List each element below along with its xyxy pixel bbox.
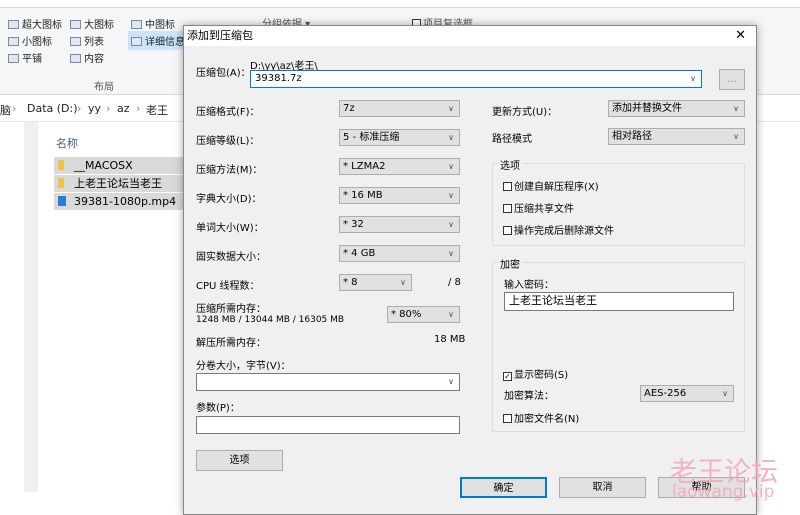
update-select[interactable]: 添加并替换文件 ∨ — [608, 100, 745, 117]
format-label: 压缩格式(F)： — [196, 107, 260, 118]
split-label: 分卷大小，字节(V)： — [196, 361, 291, 372]
mem-select[interactable]: * 80% ∨ — [387, 306, 460, 323]
medium-icons-icon — [131, 20, 142, 29]
solid-select[interactable]: * 4 GB ∨ — [339, 245, 460, 262]
layout-content[interactable]: 内容 — [70, 50, 104, 65]
shared-files-checkbox[interactable]: 压缩共享文件 — [503, 200, 574, 215]
cpu-select[interactable]: * 8 ∨ — [339, 274, 412, 291]
breadcrumb-item[interactable]: 老王 — [146, 102, 168, 118]
chevron-down-icon: ∨ — [448, 310, 454, 319]
algo-label: 加密算法： — [504, 391, 554, 402]
solid-label: 固实数据大小： — [196, 252, 266, 263]
chevron-down-icon: ∨ — [722, 389, 728, 398]
checkbox-icon — [503, 204, 512, 213]
add-to-archive-dialog: 添加到压缩包 ✕ 压缩包(A)： D:\yy\az\老王\ 39381.7z ∨ … — [183, 25, 757, 515]
layout-extra-large[interactable]: 超大图标 — [8, 16, 62, 31]
chevron-down-icon: ∨ — [733, 132, 739, 141]
word-select[interactable]: * 32 ∨ — [339, 216, 460, 233]
split-size-input[interactable]: ∨ — [196, 373, 460, 391]
video-file-icon — [58, 196, 66, 206]
password-label: 输入密码： — [504, 280, 554, 291]
browse-button[interactable]: ... — [719, 69, 745, 90]
small-icons-icon — [8, 37, 19, 46]
method-select[interactable]: * LZMA2 ∨ — [339, 158, 460, 175]
chevron-down-icon: ∨ — [448, 220, 454, 229]
archive-label: 压缩包(A)： — [196, 68, 251, 79]
pathmode-label: 路径模式 — [492, 134, 532, 145]
chevron-down-icon: ∨ — [448, 133, 454, 142]
sfx-checkbox[interactable]: 创建自解压程序(X) — [503, 178, 599, 193]
file-row[interactable]: 39381-1080p.mp4 — [54, 193, 184, 210]
ribbon-group-label: 布局 — [94, 82, 114, 93]
close-icon[interactable]: ✕ — [735, 26, 746, 46]
dialog-title: 添加到压缩包 — [184, 26, 756, 46]
extra-large-icons-icon — [8, 20, 19, 29]
options-button[interactable]: 选项 — [196, 450, 283, 471]
cancel-button[interactable]: 取消 — [559, 477, 646, 498]
format-select[interactable]: 7z ∨ — [339, 100, 460, 117]
checkbox-icon — [503, 414, 512, 423]
password-input[interactable]: 上老王论坛当老王 — [504, 292, 734, 311]
archive-name-input[interactable]: 39381.7z ∨ — [250, 70, 702, 88]
column-header-name[interactable]: 名称 — [56, 135, 78, 151]
options-group-title: 选项 — [498, 157, 522, 172]
nav-scrollbar[interactable] — [24, 122, 38, 492]
mem-detail: 1248 MB / 13044 MB / 16305 MB — [196, 315, 345, 325]
breadcrumb-item[interactable]: Data (D:) — [27, 102, 78, 115]
chevron-down-icon: ∨ — [733, 104, 739, 113]
file-row[interactable]: 上老王论坛当老王 — [54, 175, 184, 192]
layout-medium[interactable]: 中图标 — [131, 16, 175, 31]
update-label: 更新方式(U)： — [492, 107, 558, 118]
ribbon-tabstrip — [0, 0, 800, 8]
chevron-down-icon: ∨ — [448, 162, 454, 171]
word-label: 单词大小(W)： — [196, 223, 264, 234]
delete-after-checkbox[interactable]: 操作完成后删除源文件 — [503, 222, 614, 237]
watermark-url: laowang.vip — [672, 482, 775, 502]
chevron-down-icon: ∨ — [400, 278, 406, 287]
breadcrumb-item[interactable]: 脑 — [0, 102, 11, 118]
layout-list[interactable]: 列表 — [70, 33, 104, 48]
algo-select[interactable]: AES-256 ∨ — [640, 385, 734, 402]
content-icon — [70, 54, 81, 63]
dict-select[interactable]: * 16 MB ∨ — [339, 187, 460, 204]
encryption-group-title: 加密 — [498, 256, 522, 271]
method-label: 压缩方法(M)： — [196, 165, 263, 176]
dict-label: 字典大小(D)： — [196, 194, 262, 205]
tiles-icon — [8, 54, 19, 63]
mem-label: 压缩所需内存： — [196, 304, 266, 315]
cpu-label: CPU 线程数： — [196, 281, 260, 292]
checkbox-icon — [503, 182, 512, 191]
checkbox-icon — [503, 226, 512, 235]
level-select[interactable]: 5 - 标准压缩 ∨ — [339, 129, 460, 146]
chevron-down-icon: ∨ — [448, 249, 454, 258]
layout-large[interactable]: 大图标 — [70, 16, 114, 31]
list-icon — [70, 37, 81, 46]
layout-small[interactable]: 小图标 — [8, 33, 52, 48]
file-row[interactable]: __MACOSX — [54, 157, 184, 174]
checkbox-checked-icon: ✓ — [503, 372, 512, 381]
cpu-max: / 8 — [448, 277, 461, 288]
decomp-label: 解压所需内存： — [196, 338, 266, 349]
ok-button[interactable]: 确定 — [460, 477, 547, 498]
breadcrumb-item[interactable]: yy — [88, 102, 101, 115]
encrypt-names-checkbox[interactable]: 加密文件名(N) — [503, 410, 579, 425]
folder-icon — [58, 160, 64, 170]
pathmode-select[interactable]: 相对路径 ∨ — [608, 128, 745, 145]
params-input[interactable] — [196, 416, 460, 434]
decomp-value: 18 MB — [434, 334, 466, 345]
level-label: 压缩等级(L)： — [196, 136, 260, 147]
large-icons-icon — [70, 20, 81, 29]
show-password-checkbox[interactable]: ✓ 显示密码(S) — [503, 366, 568, 381]
breadcrumb-item[interactable]: az — [117, 102, 130, 115]
chevron-down-icon: ∨ — [448, 104, 454, 113]
details-icon — [131, 37, 142, 46]
chevron-down-icon: ∨ — [448, 191, 454, 200]
layout-details[interactable]: 详细信息 — [128, 31, 188, 50]
layout-tiles[interactable]: 平铺 — [8, 50, 42, 65]
folder-icon — [58, 178, 64, 188]
params-label: 参数(P)： — [196, 403, 240, 414]
